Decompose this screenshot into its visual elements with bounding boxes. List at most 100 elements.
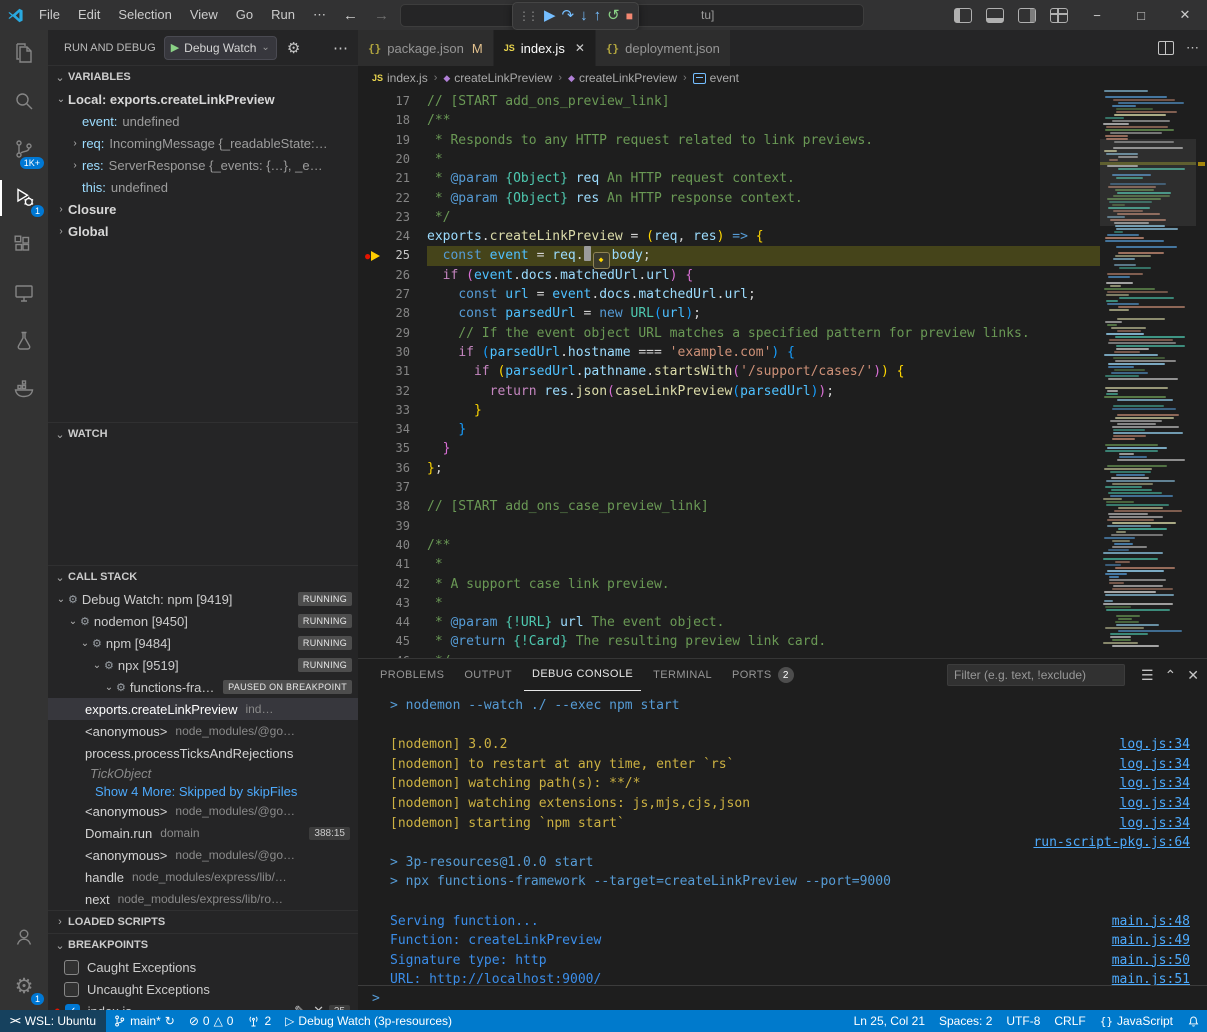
activity-item-docker[interactable] [0, 366, 48, 414]
code-text[interactable]: * Responds to any HTTP request related t… [427, 131, 873, 150]
console-source-link[interactable]: run-script-pkg.js:64 [1033, 833, 1190, 853]
panel-tab-ports[interactable]: PORTS2 [724, 660, 802, 691]
panel-tab-debug-console[interactable]: DEBUG CONSOLE [524, 659, 641, 691]
code-text[interactable]: if (parsedUrl.hostname === 'example.com'… [427, 343, 795, 362]
editor-more-actions-icon[interactable]: ⋯ [1186, 40, 1199, 56]
menu-edit[interactable]: Edit [69, 4, 109, 26]
breadcrumb-item[interactable]: JSindex.js [372, 71, 428, 85]
breakpoint-row[interactable]: Uncaught Exceptions [48, 978, 358, 1000]
menu-go[interactable]: Go [227, 4, 262, 26]
code-text[interactable]: * @param {Object} req An HTTP request co… [427, 169, 795, 188]
line-number[interactable]: 41 [358, 555, 410, 574]
menu-view[interactable]: View [181, 4, 227, 26]
line-number[interactable]: 27 [358, 285, 410, 304]
debug-session-row[interactable]: ⌄⚙npx [9519]RUNNING [48, 654, 358, 676]
activity-item-explorer[interactable] [0, 30, 48, 78]
close-tab-icon[interactable]: ✕ [575, 41, 585, 55]
code-text[interactable]: }; [427, 459, 443, 478]
code-text[interactable]: exports.createLinkPreview = (req, res) =… [427, 227, 764, 246]
code-text[interactable]: /** [427, 536, 450, 555]
code-text[interactable]: // [START add_ons_case_preview_link] [427, 497, 709, 516]
code-text[interactable]: if (parsedUrl.pathname.startsWith('/supp… [427, 362, 905, 381]
code-text[interactable]: * A support case link preview. [427, 575, 670, 594]
stack-frame-row[interactable]: exports.createLinkPreviewind… [48, 698, 358, 720]
line-number[interactable]: 20 [358, 150, 410, 169]
eol-item[interactable]: CRLF [1047, 1010, 1092, 1032]
debug-session-row[interactable]: ⌄⚙npm [9484]RUNNING [48, 632, 358, 654]
line-number[interactable]: 34 [358, 420, 410, 439]
code-text[interactable]: /** [427, 111, 450, 130]
debug-session-row[interactable]: ⌄⚙functions-fra…PAUSED ON BREAKPOINT [48, 676, 358, 698]
line-number[interactable]: 26 [358, 266, 410, 285]
variable-row[interactable]: ›res:ServerResponse {_events: {…}, _e… [48, 154, 358, 176]
console-source-link[interactable]: main.js:50 [1112, 951, 1190, 971]
maximize-panel-icon[interactable]: ⌃ [1165, 667, 1177, 684]
debug-status-item[interactable]: ▷ Debug Watch (3p-resources) [278, 1010, 459, 1032]
code-line[interactable]: 20 * [358, 150, 1207, 169]
code-text[interactable]: const url = event.docs.matchedUrl.url; [427, 285, 756, 304]
line-number[interactable]: 38 [358, 497, 410, 516]
remove-breakpoint-icon[interactable]: ✕ [313, 1003, 324, 1010]
console-filter-input[interactable] [947, 664, 1125, 686]
code-line[interactable]: ●25 const event = req.◆body; [358, 246, 1207, 265]
activity-item-source-control[interactable]: 1K+ [0, 126, 48, 174]
code-line[interactable]: 32 return res.json(caseLinkPreview(parse… [358, 382, 1207, 401]
breakpoint-row[interactable]: ●✓index.js✎✕25 [48, 1000, 358, 1010]
code-text[interactable]: * [427, 594, 443, 613]
code-line[interactable]: 28 const parsedUrl = new URL(url); [358, 304, 1207, 323]
continue-icon[interactable]: ▶ [544, 3, 556, 29]
console-source-link[interactable]: log.js:34 [1120, 755, 1190, 775]
code-line[interactable]: 26 if (event.docs.matchedUrl.url) { [358, 266, 1207, 285]
breadcrumb-item[interactable]: event [693, 71, 739, 85]
stack-frame-row[interactable]: Domain.rundomain388:15 [48, 822, 358, 844]
remote-indicator[interactable]: >< WSL: Ubuntu [0, 1010, 106, 1032]
section-header-loaded-scripts[interactable]: ›LOADED SCRIPTS [48, 910, 358, 933]
stop-icon[interactable]: ■ [626, 3, 633, 29]
show-more-link[interactable]: Show 4 More: Skipped by skipFiles [95, 784, 297, 799]
step-out-icon[interactable]: ↑ [594, 3, 602, 29]
activity-item-search[interactable] [0, 78, 48, 126]
debug-session-row[interactable]: ⌄⚙Debug Watch: npm [9419]RUNNING [48, 588, 358, 610]
restart-icon[interactable]: ↺ [607, 3, 620, 29]
console-menu-icon[interactable]: ☰ [1141, 667, 1154, 684]
code-text[interactable]: // [START add_ons_preview_link] [427, 92, 670, 111]
code-line[interactable]: 43 * [358, 594, 1207, 613]
code-line[interactable]: 37 [358, 478, 1207, 497]
code-line[interactable]: 31 if (parsedUrl.pathname.startsWith('/s… [358, 362, 1207, 381]
toggle-secondary-sidebar-icon[interactable] [1018, 8, 1036, 23]
code-text[interactable]: } [427, 439, 450, 458]
stack-frame-row[interactable]: TickObject [48, 764, 358, 782]
code-line[interactable]: 35 } [358, 439, 1207, 458]
code-text[interactable]: * @return {!Card} The resulting preview … [427, 632, 826, 651]
code-line[interactable]: 34 } [358, 420, 1207, 439]
activity-item-extensions[interactable] [0, 222, 48, 270]
code-line[interactable]: 39 [358, 517, 1207, 536]
toggle-panel-icon[interactable] [986, 8, 1004, 23]
console-source-link[interactable]: log.js:34 [1120, 794, 1190, 814]
code-line[interactable]: 27 const url = event.docs.matchedUrl.url… [358, 285, 1207, 304]
drag-handle-icon[interactable]: ⋮⋮ [518, 9, 536, 23]
activity-item-settings[interactable]: ⚙1 [0, 962, 48, 1010]
notifications-item[interactable] [1180, 1010, 1207, 1032]
minimize-button[interactable]: − [1075, 0, 1119, 30]
line-number[interactable]: 45 [358, 632, 410, 651]
line-number[interactable]: 29 [358, 324, 410, 343]
variable-row[interactable]: ⌄Local: exports.createLinkPreview [48, 88, 358, 110]
menu-[interactable]: ⋯ [304, 4, 335, 26]
code-text[interactable]: * [427, 150, 443, 169]
encoding-item[interactable]: UTF-8 [999, 1010, 1047, 1032]
code-line[interactable]: 36}; [358, 459, 1207, 478]
variable-row[interactable]: this:undefined [48, 176, 358, 198]
close-button[interactable]: ✕ [1163, 0, 1207, 30]
activity-item-remote-explorer[interactable] [0, 270, 48, 318]
tab-index.js[interactable]: JSindex.js✕ [494, 30, 596, 66]
customize-layout-icon[interactable] [1050, 8, 1068, 23]
tab-package.json[interactable]: {}package.jsonM [358, 30, 494, 66]
line-number[interactable]: 39 [358, 517, 410, 536]
minimap[interactable] [1100, 90, 1196, 658]
code-line[interactable]: 17// [START add_ons_preview_link] [358, 92, 1207, 111]
minimap-slider[interactable] [1100, 139, 1196, 226]
menu-file[interactable]: File [30, 4, 69, 26]
variable-row[interactable]: ›req:IncomingMessage {_readableState:… [48, 132, 358, 154]
debug-session-row[interactable]: ⌄⚙nodemon [9450]RUNNING [48, 610, 358, 632]
